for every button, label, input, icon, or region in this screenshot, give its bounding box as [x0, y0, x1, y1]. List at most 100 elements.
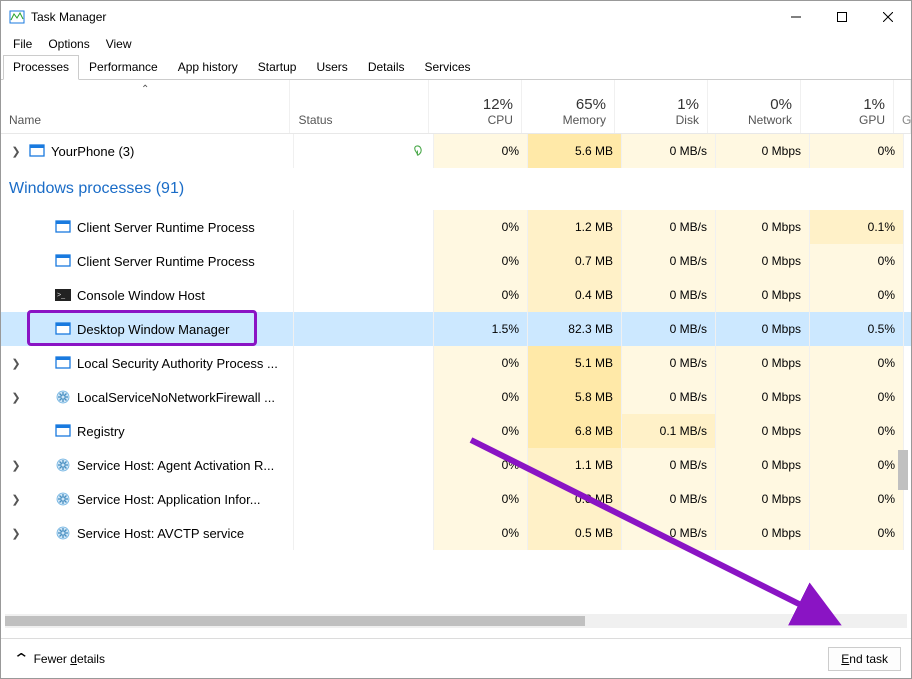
table-row[interactable]: ❯Service Host: Application Infor... 0%0.8… — [1, 482, 911, 516]
cell-cpu: 0% — [434, 516, 528, 550]
column-memory[interactable]: 65% Memory — [522, 80, 615, 133]
table-row[interactable]: >_Console Window Host0%0.4 MB0 MB/s0 Mbp… — [1, 278, 911, 312]
cell-status — [294, 448, 434, 482]
cell-network: 0 Mbps — [716, 482, 810, 516]
cell-status — [294, 346, 434, 380]
menu-view[interactable]: View — [98, 35, 140, 53]
column-status[interactable]: Status — [290, 80, 428, 133]
cell-memory: 6.8 MB — [528, 414, 622, 448]
scrollbar-thumb[interactable] — [898, 450, 908, 490]
tab-users[interactable]: Users — [306, 55, 357, 79]
close-button[interactable] — [865, 1, 911, 33]
menu-file[interactable]: File — [5, 35, 40, 53]
column-extra[interactable]: G — [894, 80, 911, 133]
column-gpu[interactable]: 1% GPU — [801, 80, 894, 133]
tab-startup[interactable]: Startup — [248, 55, 307, 79]
chevron-right-icon[interactable]: ❯ — [9, 391, 23, 404]
cell-memory: 82.3 MB — [528, 312, 622, 346]
chevron-right-icon[interactable]: ❯ — [9, 459, 23, 472]
tab-details[interactable]: Details — [358, 55, 415, 79]
cell-gpu: 0.1% — [810, 210, 904, 244]
gear-icon — [55, 389, 71, 405]
column-disk-label: Disk — [676, 113, 699, 127]
table-header: ⌃ Name Status 12% CPU 65% Memory 1% Disk… — [1, 80, 911, 134]
cell-network: 0 Mbps — [716, 380, 810, 414]
chevron-right-icon[interactable]: ❯ — [9, 145, 23, 158]
cpu-total: 12% — [483, 96, 513, 113]
table-row[interactable]: ❯LocalServiceNoNetworkFirewall ...0%5.8 … — [1, 380, 911, 414]
window-title: Task Manager — [31, 10, 773, 24]
group-label: Windows processes (91) — [9, 180, 184, 198]
sort-chevron-icon: ⌃ — [141, 84, 149, 95]
horizontal-scrollbar[interactable] — [5, 614, 907, 628]
cell-name: Registry — [1, 414, 294, 448]
column-network[interactable]: 0% Network — [708, 80, 801, 133]
cell-network: 0 Mbps — [716, 448, 810, 482]
app-icon — [55, 355, 71, 371]
gpu-total: 1% — [863, 96, 885, 113]
table-row[interactable]: ❯Service Host: AVCTP service0%0.5 MB0 MB… — [1, 516, 911, 550]
cell-disk: 0 MB/s — [622, 380, 716, 414]
gear-icon — [55, 491, 71, 507]
cell-memory: 0.8 MB — [528, 482, 622, 516]
cell-network: 0 Mbps — [716, 414, 810, 448]
process-name: Console Window Host — [77, 288, 205, 303]
cell-network: 0 Mbps — [716, 134, 810, 168]
process-name: Service Host: AVCTP service — [77, 526, 244, 541]
cell-network: 0 Mbps — [716, 244, 810, 278]
table-row[interactable]: Registry0%6.8 MB0.1 MB/s0 Mbps0% — [1, 414, 911, 448]
gear-icon — [55, 525, 71, 541]
table-row[interactable]: ❯Local Security Authority Process ...0%5… — [1, 346, 911, 380]
app-icon — [55, 423, 71, 439]
process-name: Client Server Runtime Process — [77, 254, 255, 269]
process-name: LocalServiceNoNetworkFirewall ... — [77, 390, 275, 405]
table-row[interactable]: ❯ YourPhone (3) 0% 5.6 MB 0 MB/s 0 Mbps … — [1, 134, 911, 168]
cell-disk: 0 MB/s — [622, 448, 716, 482]
cell-cpu: 0% — [434, 482, 528, 516]
cell-name: Client Server Runtime Process — [1, 244, 294, 278]
column-disk[interactable]: 1% Disk — [615, 80, 708, 133]
table-row[interactable]: Client Server Runtime Process0%1.2 MB0 M… — [1, 210, 911, 244]
process-name: Client Server Runtime Process — [77, 220, 255, 235]
cell-gpu: 0% — [810, 516, 904, 550]
end-task-button[interactable]: End task — [828, 647, 901, 671]
vertical-scrollbar[interactable] — [896, 144, 910, 628]
table-row[interactable]: Client Server Runtime Process0%0.7 MB0 M… — [1, 244, 911, 278]
table-row[interactable]: ❯Service Host: Agent Activation R...0%1.… — [1, 448, 911, 482]
chevron-right-icon[interactable]: ❯ — [9, 493, 23, 506]
app-icon — [29, 143, 45, 159]
table-row[interactable]: Desktop Window Manager1.5%82.3 MB0 MB/s0… — [1, 312, 911, 346]
process-name: Service Host: Agent Activation R... — [77, 458, 274, 473]
cell-disk: 0 MB/s — [622, 516, 716, 550]
cell-memory: 1.1 MB — [528, 448, 622, 482]
cell-cpu: 0% — [434, 244, 528, 278]
column-network-label: Network — [748, 113, 792, 127]
menu-options[interactable]: Options — [40, 35, 97, 53]
fewer-details-button[interactable]: ⌃ Fewer details — [11, 646, 109, 672]
chevron-up-icon: ⌃ — [12, 650, 30, 668]
tab-services[interactable]: Services — [415, 55, 481, 79]
cell-memory: 5.6 MB — [528, 134, 622, 168]
chevron-right-icon[interactable]: ❯ — [9, 357, 23, 370]
tab-apphistory[interactable]: App history — [168, 55, 248, 79]
column-name[interactable]: ⌃ Name — [1, 80, 290, 133]
tab-performance[interactable]: Performance — [79, 55, 168, 79]
cell-name: ❯Service Host: Application Infor... — [1, 482, 294, 516]
group-header[interactable]: Windows processes (91) — [1, 168, 911, 210]
process-table: ⌃ Name Status 12% CPU 65% Memory 1% Disk… — [1, 80, 911, 628]
scrollbar-thumb[interactable] — [5, 616, 585, 626]
footer: ⌃ Fewer details End task — [1, 638, 911, 678]
maximize-button[interactable] — [819, 1, 865, 33]
minimize-button[interactable] — [773, 1, 819, 33]
cell-memory: 0.5 MB — [528, 516, 622, 550]
cell-name: ❯ Service Host: Agent Activation R... — [1, 448, 294, 482]
cell-network: 0 Mbps — [716, 278, 810, 312]
cell-network: 0 Mbps — [716, 210, 810, 244]
cell-status — [294, 516, 434, 550]
cell-gpu: 0% — [810, 134, 904, 168]
cell-cpu: 0% — [434, 134, 528, 168]
app-icon — [55, 219, 71, 235]
column-cpu[interactable]: 12% CPU — [429, 80, 522, 133]
tab-processes[interactable]: Processes — [3, 55, 79, 80]
chevron-right-icon[interactable]: ❯ — [9, 527, 23, 540]
